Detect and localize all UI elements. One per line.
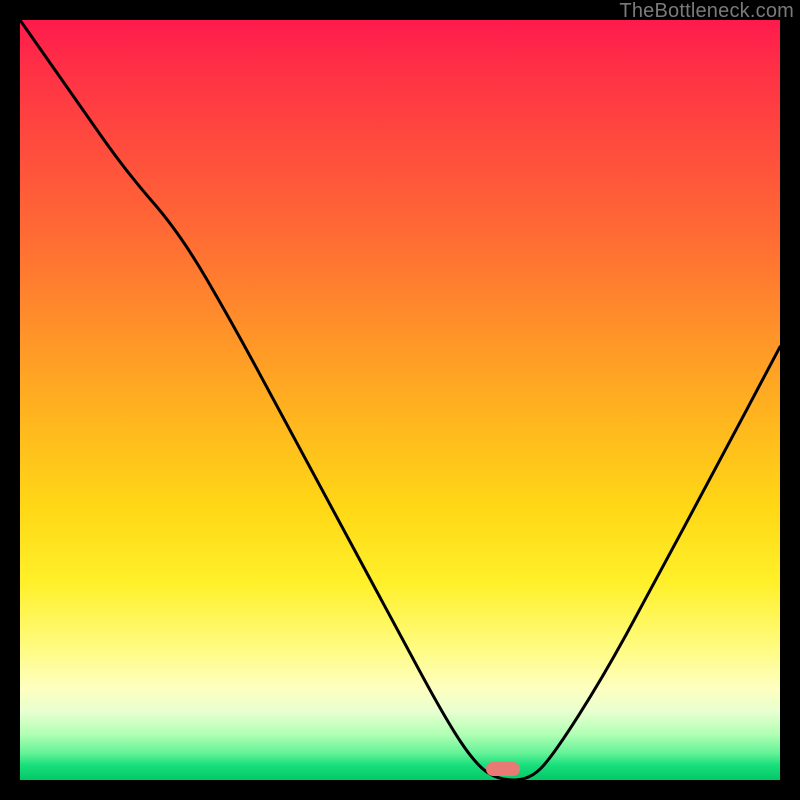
plot-area (20, 20, 780, 780)
chart-frame: TheBottleneck.com (0, 0, 800, 800)
bottleneck-curve (20, 20, 780, 780)
attribution-label: TheBottleneck.com (619, 0, 794, 23)
optimal-marker (486, 762, 520, 776)
